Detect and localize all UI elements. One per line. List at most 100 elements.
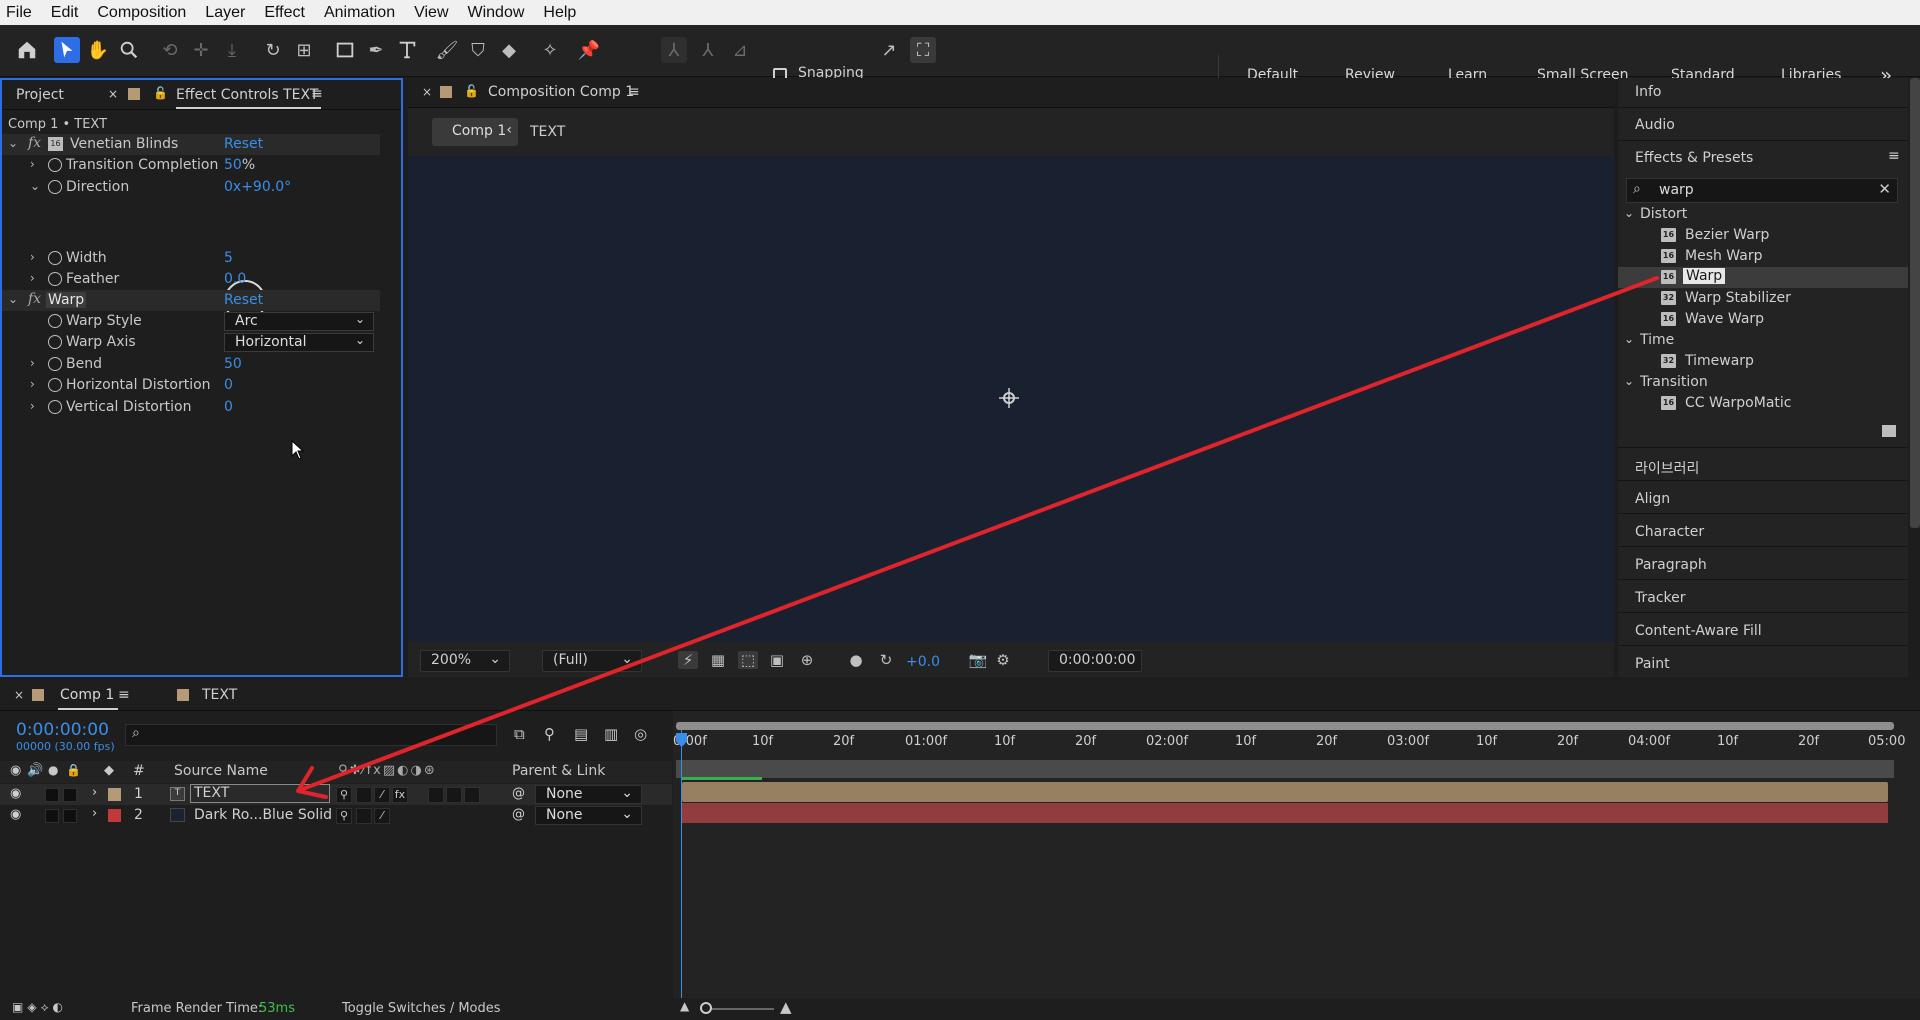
- zoom-tool-icon[interactable]: [116, 37, 142, 63]
- toggle-switches-modes[interactable]: Toggle Switches / Modes: [342, 1001, 501, 1016]
- chevron-right-icon[interactable]: ›: [30, 271, 35, 285]
- stopwatch-icon[interactable]: [48, 251, 62, 265]
- lock-checkbox[interactable]: [63, 809, 77, 823]
- effect-item-cc-warpomatic[interactable]: 16 CC WarpoMatic: [1618, 393, 1908, 414]
- color-channels-icon[interactable]: ●: [846, 651, 866, 669]
- panel-character[interactable]: Character: [1618, 524, 1908, 540]
- close-icon[interactable]: ×: [108, 87, 118, 101]
- timeline-search-input[interactable]: ⌕: [125, 724, 497, 746]
- resolution-dropdown[interactable]: (Full) ⌄: [542, 650, 642, 672]
- param-value[interactable]: 0.0: [224, 271, 246, 287]
- shy-layers-icon[interactable]: ▤: [574, 725, 588, 743]
- eye-icon[interactable]: ◉: [10, 763, 21, 778]
- pickwhip-icon[interactable]: @: [512, 807, 525, 822]
- panel-libraries[interactable]: 라이브러리: [1618, 458, 1908, 478]
- type-tool-icon[interactable]: [394, 37, 420, 63]
- effects-group-transition[interactable]: ⌄ Transition: [1618, 372, 1908, 393]
- solo-checkbox[interactable]: [45, 788, 59, 802]
- parent-dropdown[interactable]: None ⌄: [535, 806, 642, 825]
- timeline-current-time[interactable]: 0:00:00:00: [16, 720, 109, 740]
- stopwatch-icon[interactable]: [48, 314, 62, 328]
- exposure-value[interactable]: +0.0: [906, 654, 940, 670]
- shy-switch[interactable]: ⚲: [336, 808, 352, 824]
- panel-align[interactable]: Align: [1618, 491, 1908, 507]
- panel-content-aware-fill[interactable]: Content-Aware Fill: [1618, 623, 1908, 639]
- column-source-name[interactable]: Source Name: [174, 763, 268, 779]
- chevron-right-icon[interactable]: ›: [30, 377, 35, 391]
- effects-search-input[interactable]: ⌕ warp ✕: [1626, 178, 1898, 203]
- reset-button[interactable]: Reset: [224, 292, 263, 308]
- reset-button[interactable]: Reset: [224, 136, 263, 152]
- panel-paragraph[interactable]: Paragraph: [1618, 557, 1908, 573]
- param-value[interactable]: 50: [224, 356, 242, 372]
- chevron-right-icon[interactable]: ›: [92, 806, 97, 821]
- panel-paint[interactable]: Paint: [1618, 656, 1908, 672]
- layer-row[interactable]: ◉ › 1 T TEXT ⚲ ⁄ fx @ None ⌄: [0, 784, 672, 805]
- composition-viewer[interactable]: [408, 156, 1614, 642]
- menu-help[interactable]: Help: [543, 4, 576, 22]
- roto-brush-tool-icon[interactable]: ✧: [537, 37, 563, 63]
- local-axis-icon[interactable]: ⅄: [661, 37, 687, 63]
- chevron-right-icon[interactable]: ›: [92, 785, 97, 800]
- panel-effects-presets[interactable]: Effects & Presets: [1618, 150, 1908, 166]
- brush-tool-icon[interactable]: 🖌: [434, 37, 460, 63]
- tab-effect-controls[interactable]: Effect Controls TEXT: [176, 87, 318, 103]
- parent-dropdown[interactable]: None ⌄: [535, 785, 642, 804]
- lock-icon[interactable]: 🔒: [66, 763, 81, 777]
- panel-info[interactable]: Info: [1618, 84, 1908, 100]
- collapse-switch[interactable]: [356, 808, 372, 824]
- orbit-camera-icon[interactable]: ⟲: [157, 37, 183, 63]
- effects-group-distort[interactable]: ⌄ Distort: [1618, 204, 1908, 225]
- menu-window[interactable]: Window: [468, 4, 525, 22]
- panel-tracker[interactable]: Tracker: [1618, 590, 1908, 606]
- menu-edit[interactable]: Edit: [51, 4, 79, 22]
- frame-blend-switch[interactable]: [428, 787, 444, 803]
- home-icon[interactable]: [14, 37, 40, 63]
- stopwatch-icon[interactable]: [48, 272, 62, 286]
- param-value[interactable]: 0: [224, 377, 233, 393]
- work-area-bar[interactable]: [676, 760, 1894, 778]
- chevron-right-icon[interactable]: ›: [30, 250, 35, 264]
- status-toggle-icons[interactable]: ▣◈⟡◐: [12, 1000, 67, 1015]
- value-number[interactable]: 50: [224, 157, 242, 173]
- region-of-interest-icon[interactable]: ▣: [767, 651, 787, 669]
- effect-item-warp-stabilizer[interactable]: 32 Warp Stabilizer: [1618, 288, 1908, 309]
- rectangle-tool-icon[interactable]: [332, 37, 358, 63]
- effect-item-bezier-warp[interactable]: 16 Bezier Warp: [1618, 225, 1908, 246]
- fx-toggle-icon[interactable]: fx: [28, 291, 41, 307]
- panel-menu-icon[interactable]: ≡: [1888, 148, 1900, 164]
- eye-icon[interactable]: ◉: [10, 786, 21, 801]
- layer-bar-solid[interactable]: [682, 803, 1888, 823]
- param-value[interactable]: 0x+90.0°: [224, 179, 291, 195]
- effect-warp-header[interactable]: ⌄ fx Warp Reset: [2, 290, 380, 311]
- stopwatch-icon[interactable]: [48, 180, 62, 194]
- clone-stamp-tool-icon[interactable]: ⛉: [465, 37, 491, 63]
- show-snapshot-icon[interactable]: ⚙: [993, 651, 1013, 669]
- zoom-slider-handle[interactable]: [700, 1002, 712, 1014]
- layer-bar-text[interactable]: [682, 782, 1888, 802]
- chevron-right-icon[interactable]: ›: [30, 157, 35, 171]
- motion-blur-icon[interactable]: ◎: [634, 725, 647, 743]
- zoom-dropdown[interactable]: 200% ⌄: [420, 650, 510, 672]
- pan-behind-tool-icon[interactable]: ⊞: [291, 37, 317, 63]
- pickwhip-icon[interactable]: @: [512, 786, 525, 801]
- stopwatch-icon[interactable]: [48, 357, 62, 371]
- dolly-camera-icon[interactable]: ⤓: [219, 37, 245, 63]
- collapse-switch[interactable]: [356, 787, 372, 803]
- menu-file[interactable]: File: [6, 4, 32, 22]
- fx-toggle-icon[interactable]: fx: [28, 135, 41, 151]
- new-folder-icon[interactable]: [1882, 425, 1896, 437]
- chevron-right-icon[interactable]: ›: [30, 399, 35, 413]
- eraser-tool-icon[interactable]: ◆: [496, 37, 522, 63]
- stopwatch-icon[interactable]: [48, 158, 62, 172]
- zoom-in-icon[interactable]: ▲: [780, 998, 792, 1016]
- menu-animation[interactable]: Animation: [324, 4, 395, 22]
- breadcrumb-layer[interactable]: TEXT: [530, 124, 565, 140]
- panel-menu-icon[interactable]: ≡: [118, 687, 130, 703]
- panel-menu-icon[interactable]: ≡: [311, 86, 323, 102]
- layer-row[interactable]: ◉ › 2 Dark Ro...Blue Solid 1 ⚲ ⁄ @ None ⌄: [0, 805, 672, 826]
- param-value[interactable]: 50%: [224, 157, 255, 173]
- time-navigator-bar[interactable]: [676, 722, 1894, 730]
- tab-project[interactable]: Project: [16, 87, 64, 103]
- grid-guides-icon[interactable]: ⊕: [797, 651, 817, 669]
